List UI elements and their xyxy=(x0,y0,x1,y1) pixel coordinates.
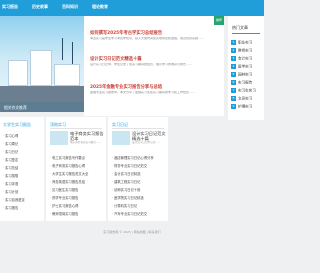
feature-excerpt: 电子商务专业实习报告…… xyxy=(70,141,102,144)
list-item[interactable]: 实习日记 xyxy=(3,149,43,154)
nav-item-shixi[interactable]: 实习报告 xyxy=(2,4,18,10)
nav-item-baike[interactable]: 百科知识 xyxy=(62,4,78,10)
sidebar-item[interactable]: 4 医学实习 xyxy=(231,64,252,70)
list-item[interactable]: 酒店管理实习日记心得分享 xyxy=(112,155,166,160)
rank-badge: 5 xyxy=(231,72,236,77)
article-excerpt: 金融专业实习报告中，本文分享了金融实习生在实习期间的学习和工作经历…… xyxy=(90,91,196,94)
column-shixi-riji: 实习日记 设计实习日记范文精选十篇 设计实习日记中记录…… 酒店管理实习日记心得… xyxy=(108,117,168,221)
building-shape xyxy=(30,50,52,86)
list-item[interactable]: 实习总结 xyxy=(3,165,43,170)
article-excerpt: 设计实习日记中，学生记录了在实习期间的经历，展示学习的收获与成长…… xyxy=(90,63,193,66)
rank-badge: 4 xyxy=(231,64,236,69)
list-item[interactable]: 实习评语 xyxy=(3,181,43,186)
list-item[interactable]: 护士实习报告心得 xyxy=(50,203,104,208)
featured-articles: 推荐 如何撰写2025年考古学实习总结报告 考古实习是学生学习考古学知识，投入大… xyxy=(84,16,224,116)
sidebar-item[interactable]: 7 实习生实习 xyxy=(231,88,256,94)
left-card-title: 大学生实习报告 xyxy=(3,122,31,127)
footer: 实习报告网 © 2025 | 网站地图 | 联系我们 xyxy=(103,230,161,234)
recommend-badge: 推荐 xyxy=(214,16,224,25)
rank-badge: 6 xyxy=(231,80,236,85)
building-shape xyxy=(8,60,28,86)
list-item[interactable]: 实习自我鉴定 xyxy=(3,197,43,202)
list-item[interactable]: 电子商务实习报告心得 xyxy=(50,163,104,168)
feature-title[interactable]: 电子商务实习报告范本 xyxy=(70,131,104,141)
list-item[interactable]: 实习报告 xyxy=(3,205,43,210)
article-title[interactable]: 2025年金融专业实习报告分享与总结 xyxy=(90,84,162,90)
rank-badge: 1 xyxy=(231,40,236,45)
rank-badge: 8 xyxy=(231,96,236,101)
article-thumbnail[interactable] xyxy=(50,131,68,145)
sidebar-item-label: 教师实习 xyxy=(238,48,253,53)
divider xyxy=(112,128,164,129)
list-item[interactable]: 实习计划 xyxy=(3,189,43,194)
sidebar-item[interactable]: 6 实习报告 xyxy=(231,80,252,86)
list-item[interactable]: 实习感想 xyxy=(3,173,43,178)
left-category-card: 大学生实习报告 实习心得 实习周记 实习日记 实习鉴定 实习总结 实习感想 实习… xyxy=(0,117,44,221)
sidebar-item[interactable]: 9 护理实习 xyxy=(231,104,252,110)
building-shape xyxy=(54,64,80,86)
hero-image[interactable] xyxy=(0,16,84,102)
hot-articles-sidebar: 热门文章 1 职业实习 2 教师实习 3 会计实习 4 医学实习 5 园林实习 6 实习报告… xyxy=(228,16,264,120)
divider xyxy=(50,128,102,129)
list-item[interactable]: 建筑工程实习日记 xyxy=(112,179,166,184)
sidebar-item-label: 护理实习 xyxy=(238,104,253,109)
list-item[interactable]: 汽车专业实习日记范文 xyxy=(112,211,166,216)
list-item[interactable]: 见习医生实习报告 xyxy=(50,187,104,192)
nav-item-lishi[interactable]: 历史故事 xyxy=(32,4,48,10)
list-item[interactable]: 财务专业实习日记范文 xyxy=(112,163,166,168)
list-item[interactable]: 会计实习日记精选 xyxy=(112,171,166,176)
column-dingang: 顶岗实习 电子商务实习报告范本 电子商务专业实习报告…… 电工实习报告写作要点 … xyxy=(46,117,106,221)
sidebar-item-label: 实习报告 xyxy=(238,80,253,85)
sidebar-item-label: 文员实习 xyxy=(238,96,253,101)
sidebar-item-label: 会计实习 xyxy=(238,56,253,61)
sidebar-item[interactable]: 3 会计实习 xyxy=(231,56,252,62)
article-excerpt: 考古实习是学生学习考古学知识，投入大量时间在实地调查和发掘，通过亲身实践…… xyxy=(90,37,205,40)
power-tower-icon xyxy=(62,38,63,60)
sidebar-item[interactable]: 5 园林实习 xyxy=(231,72,252,78)
list-item[interactable]: 教师顶岗实习报告 xyxy=(50,211,104,216)
article-title[interactable]: 如何撰写2025年考古学实习总结报告 xyxy=(90,30,162,36)
list-item[interactable]: 电工实习报告写作要点 xyxy=(50,155,104,160)
rank-badge: 2 xyxy=(231,48,236,53)
rank-badge: 9 xyxy=(231,104,236,109)
rank-badge: 7 xyxy=(231,88,236,93)
sidebar-item-label: 医学实习 xyxy=(238,64,253,69)
sidebar-item-label: 职业实习 xyxy=(238,40,253,45)
nav-item-lilun[interactable]: 理论教育 xyxy=(92,4,108,10)
list-item[interactable]: 医学院实习日记精选 xyxy=(112,195,166,200)
list-item[interactable]: 大学生实习报告范文大全 xyxy=(50,171,104,176)
list-item[interactable]: 实习心得 xyxy=(3,133,43,138)
rank-badge: 3 xyxy=(231,56,236,61)
list-item[interactable]: 实习鉴定 xyxy=(3,157,43,162)
divider xyxy=(232,33,260,34)
article-thumbnail[interactable] xyxy=(112,131,130,145)
article-title[interactable]: 设计实习日记范文精选十篇 xyxy=(90,56,142,62)
list-item[interactable]: 实习周记 xyxy=(3,141,43,146)
sidebar-item-label: 园林实习 xyxy=(238,72,253,77)
sidebar-item[interactable]: 2 教师实习 xyxy=(231,48,252,54)
sidebar-heading: 热门文章 xyxy=(232,25,248,30)
feature-excerpt: 设计实习日记中记录…… xyxy=(132,141,161,144)
road-strip xyxy=(0,86,84,102)
list-item[interactable]: 商务英语实习报告总结 xyxy=(50,179,104,184)
list-item[interactable]: 计算机实习日记 xyxy=(112,203,166,208)
sidebar-item-label: 实习生实习 xyxy=(238,88,256,93)
hero-panel-label: 相关作文推荐 xyxy=(0,102,84,112)
sidebar-item[interactable]: 1 职业实习 xyxy=(231,40,252,46)
list-item[interactable]: 药学专业实习报告 xyxy=(50,195,104,200)
sidebar-item[interactable]: 8 文员实习 xyxy=(231,96,252,102)
power-tower-icon xyxy=(72,42,73,64)
top-nav: 实习报告 历史故事 百科知识 理论教育 xyxy=(0,0,264,16)
list-item[interactable]: 幼师实习日记十篇 xyxy=(112,187,166,192)
feature-title[interactable]: 设计实习日记范文精选十篇 xyxy=(132,131,166,141)
